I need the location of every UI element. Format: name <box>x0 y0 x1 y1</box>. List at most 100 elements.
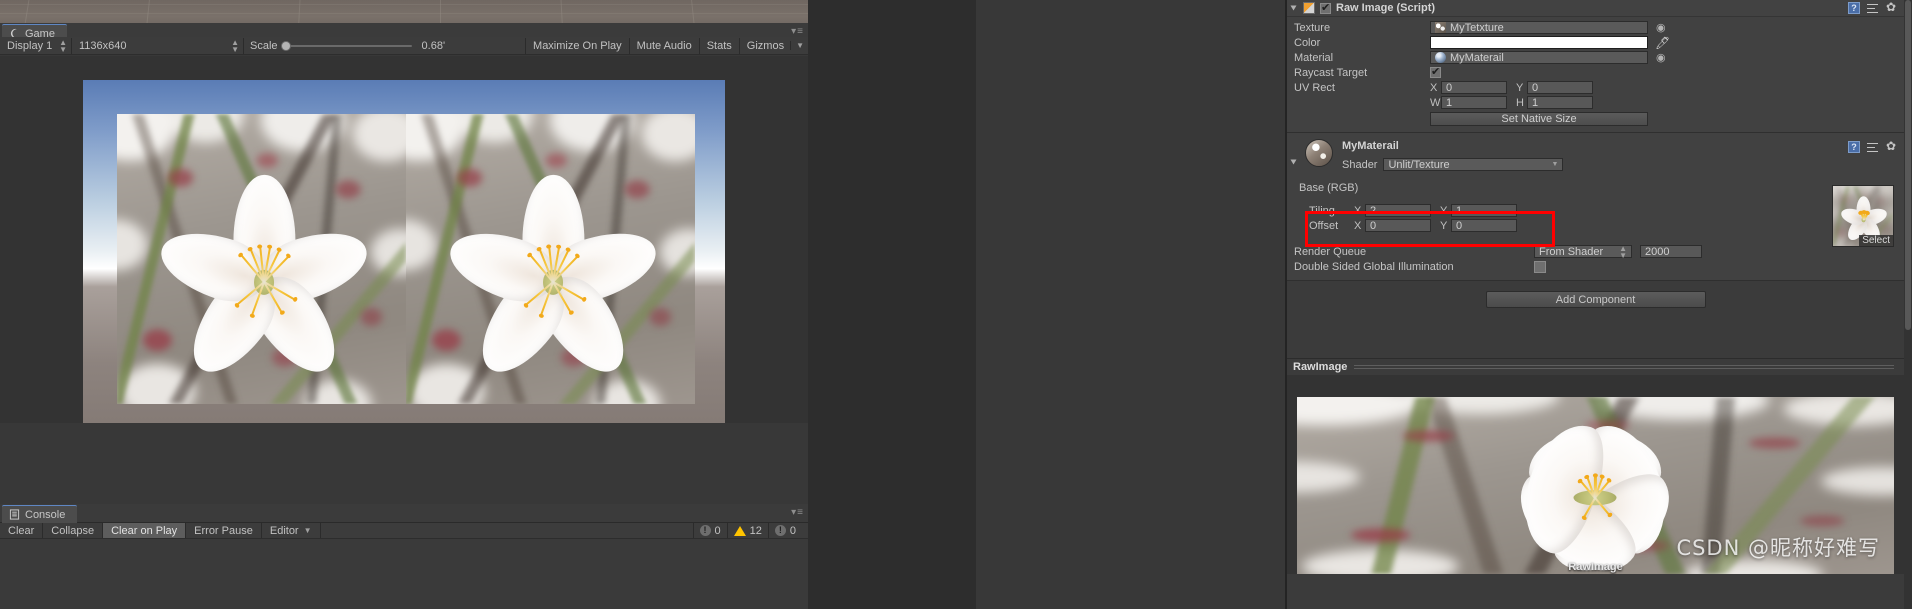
double-sided-gi-checkbox[interactable] <box>1534 260 1546 273</box>
uv-y-axis-label: Y <box>1516 81 1524 94</box>
help-icon[interactable]: ? <box>1848 2 1860 14</box>
gear-icon[interactable]: ✿ <box>1886 1 1898 14</box>
chevron-updown-icon: ▲ ▼ <box>59 37 67 54</box>
material-label: Material <box>1294 51 1334 64</box>
cherry-blossom-texture <box>406 114 695 404</box>
help-icon[interactable]: ? <box>1848 141 1860 153</box>
texture-picker-icon[interactable]: ◉ <box>1656 21 1666 34</box>
tab-console[interactable]: Console <box>2 505 78 523</box>
texture-label: Texture <box>1294 21 1331 34</box>
stats-label: Stats <box>706 39 732 52</box>
color-swatch-field[interactable] <box>1430 36 1648 49</box>
info-count[interactable]: ! 0 <box>692 523 727 538</box>
tiling-x-input[interactable]: 2 <box>1365 204 1431 217</box>
select-texture-button[interactable]: Select <box>1859 235 1893 246</box>
add-component-label: Add Component <box>1555 293 1636 306</box>
double-sided-gi-label: Double Sided Global Illumination <box>1294 260 1454 273</box>
render-queue-mode: From Shader <box>1539 245 1604 258</box>
uv-h-input[interactable]: 1 <box>1527 96 1593 109</box>
warning-count[interactable]: 12 <box>726 523 768 538</box>
color-row: Color 🖊 <box>1287 35 1904 50</box>
preview-body: CSDN @昵称好难写 RawImage <box>1287 375 1904 574</box>
error-icon: ! <box>774 525 786 536</box>
preview-title: RawImage <box>1293 361 1348 373</box>
uv-y-value: 0 <box>1532 81 1539 94</box>
render-queue-input[interactable]: 2000 <box>1640 245 1702 258</box>
editor-label: Editor <box>269 524 299 537</box>
resolution-dropdown-label: 1136x640 <box>79 39 127 52</box>
raycast-target-checkbox[interactable] <box>1430 66 1441 78</box>
set-native-size-button[interactable]: Set Native Size <box>1430 111 1648 126</box>
uv-y-input[interactable]: 0 <box>1527 81 1593 94</box>
foldout-arrow-icon[interactable] <box>1290 5 1297 11</box>
console-log-list[interactable] <box>0 539 808 609</box>
raw-image-enabled-checkbox[interactable] <box>1320 2 1331 14</box>
material-foldout-icon[interactable] <box>1290 159 1297 165</box>
game-render-area[interactable] <box>83 80 725 423</box>
scale-slider[interactable] <box>280 40 412 51</box>
clear-label: Clear <box>8 524 35 537</box>
resolution-dropdown[interactable]: 1136x640 ▲ ▼ <box>72 37 244 54</box>
offset-x-input[interactable]: 0 <box>1365 219 1431 232</box>
texture-object-field[interactable]: MyTetxture <box>1430 21 1648 34</box>
editor-dropdown[interactable]: Editor ▼ <box>262 523 321 538</box>
maximize-on-play-button[interactable]: Maximize On Play <box>525 37 629 54</box>
set-native-size-label: Set Native Size <box>1501 112 1577 125</box>
console-menu-icon[interactable]: ▾≡ <box>791 508 804 518</box>
mute-audio-button[interactable]: Mute Audio <box>628 37 699 54</box>
cherry-blossom-texture <box>117 114 406 404</box>
uv-rect-label: UV Rect <box>1294 81 1335 94</box>
scale-slider-knob[interactable] <box>280 40 291 51</box>
tiling-y-value: 1 <box>1456 204 1463 217</box>
chevron-updown-icon: ▲ ▼ <box>231 37 239 54</box>
raycast-target-row: Raycast Target <box>1287 65 1904 80</box>
clear-on-play-button[interactable]: Clear on Play <box>103 523 187 538</box>
warning-icon <box>733 525 746 536</box>
inspector-scrollbar[interactable] <box>1904 0 1912 609</box>
chevron-down-icon[interactable]: ▼ <box>790 41 804 50</box>
shader-row: Shader Unlit/Texture ▼ <box>1342 158 1848 171</box>
material-object-field[interactable]: MyMaterail <box>1430 51 1648 64</box>
gear-icon[interactable]: ✿ <box>1886 140 1898 153</box>
gizmos-button[interactable]: Gizmos ▼ <box>738 37 808 54</box>
tiling-label: Tiling <box>1309 204 1335 217</box>
clear-button[interactable]: Clear <box>0 523 44 538</box>
stats-button[interactable]: Stats <box>698 37 739 54</box>
editor-gap-left <box>808 0 976 609</box>
game-view-menu-icon[interactable]: ▾≡ <box>791 27 804 37</box>
uv-rect-row-xy: UV Rect X 0 Y 0 <box>1287 80 1904 95</box>
inspector-empty-space <box>1287 320 1904 358</box>
texture-thumb-icon <box>1435 22 1446 33</box>
uv-x-input[interactable]: 0 <box>1441 81 1507 94</box>
warning-count-value: 12 <box>749 524 762 537</box>
add-component-button[interactable]: Add Component <box>1485 291 1706 308</box>
render-queue-dropdown[interactable]: From Shader ▲ ▼ <box>1534 244 1632 259</box>
eyedropper-icon[interactable]: 🖊 <box>1655 37 1670 49</box>
game-view-panel: Game ▾≡ Display 1 ▲ ▼ 1136x640 ▲ ▼ Scale 0… <box>0 23 808 423</box>
preset-icon[interactable] <box>1867 142 1879 153</box>
select-label: Select <box>1862 235 1890 246</box>
tiling-y-input[interactable]: 1 <box>1451 204 1517 217</box>
tiling-x-value: 2 <box>1370 204 1377 217</box>
render-queue-row: Render Queue From Shader ▲ ▼ 2000 <box>1287 244 1904 259</box>
material-picker-icon[interactable]: ◉ <box>1656 51 1666 64</box>
base-texture-preview[interactable]: Select <box>1832 185 1894 247</box>
scale-slider-track[interactable] <box>280 40 412 51</box>
material-value: MyMaterail <box>1450 51 1504 64</box>
scale-value: 0.68' <box>421 39 446 52</box>
preset-icon[interactable] <box>1867 3 1879 14</box>
collapse-button[interactable]: Collapse <box>43 523 104 538</box>
error-pause-button[interactable]: Error Pause <box>186 523 262 538</box>
uv-w-input[interactable]: 1 <box>1441 96 1507 109</box>
offset-y-value: 0 <box>1456 219 1463 232</box>
shader-dropdown[interactable]: Unlit/Texture ▼ <box>1383 158 1564 171</box>
offset-y-input[interactable]: 0 <box>1451 219 1517 232</box>
preview-header[interactable]: RawImage <box>1287 358 1904 375</box>
inspector-scrollbar-thumb[interactable] <box>1905 0 1911 330</box>
preview-resize-grip[interactable] <box>1354 364 1894 370</box>
shader-label: Shader <box>1342 158 1378 171</box>
display-dropdown[interactable]: Display 1 ▲ ▼ <box>0 37 72 54</box>
error-count[interactable]: ! 0 <box>767 523 802 538</box>
raw-image-header[interactable]: Raw Image (Script) ? ✿ <box>1287 0 1904 17</box>
game-view-toolbar: Display 1 ▲ ▼ 1136x640 ▲ ▼ Scale 0.68' Max… <box>0 37 808 55</box>
